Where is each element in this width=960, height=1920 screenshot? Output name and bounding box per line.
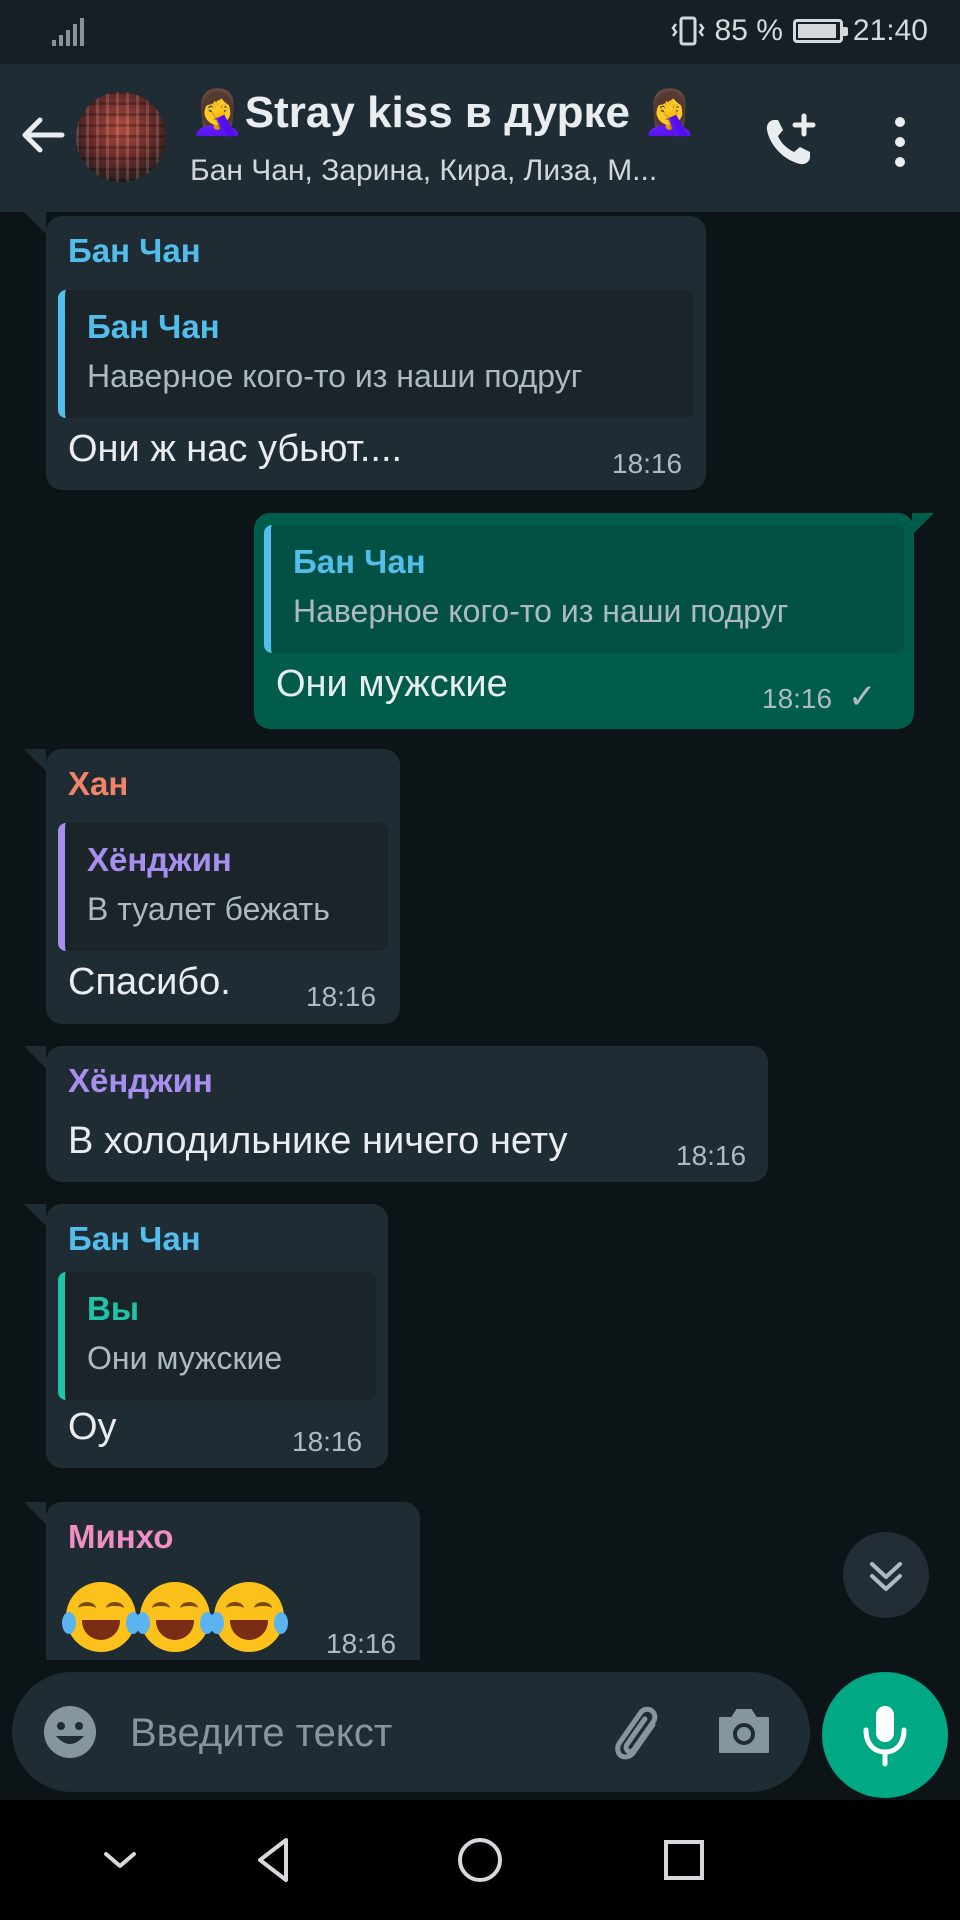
quote-sender: Бан Чан — [293, 543, 426, 580]
quote-text: Наверное кого-то из наши подруг — [87, 358, 583, 394]
face-with-tears-of-joy-icon — [136, 1582, 214, 1652]
bubble-tail — [24, 1204, 46, 1226]
message-time: 18:16 — [676, 1140, 747, 1171]
message-text: Спасибо. — [68, 961, 231, 1003]
chat-header[interactable]: 🤦‍♀️Stray kiss в дурке 🤦‍♀️ Бан Чан, Зар… — [0, 64, 960, 212]
message-bubble[interactable]: Бан Чан Вы Они мужские Оу 18:16 — [46, 1204, 388, 1468]
chat-title[interactable]: 🤦‍♀️Stray kiss в дурке 🤦‍♀️ — [190, 86, 697, 138]
clock: 21:40 — [852, 14, 928, 47]
message-bubble[interactable]: Хан Хёнджин В туалет бежать Спасибо. 18:… — [46, 749, 400, 1024]
quote-text: Они мужские — [87, 1340, 283, 1376]
quote-sender: Бан Чан — [87, 308, 220, 345]
message-text: Они ж нас убьют.... — [68, 428, 403, 470]
message-composer — [12, 1672, 810, 1792]
chat-members[interactable]: Бан Чан, Зарина, Кира, Лиза, М... — [190, 154, 657, 188]
message-list[interactable]: Бан Чан Бан Чан Наверное кого-то из наши… — [0, 212, 960, 1660]
message-bubble[interactable]: Хёнджин В холодильнике ничего нету 18:16 — [46, 1046, 768, 1182]
message-sender: Бан Чан — [68, 1220, 201, 1257]
double-chevron-down-icon — [870, 1562, 902, 1591]
message-sender: Хёнджин — [68, 1062, 213, 1099]
bubble-tail — [24, 1046, 46, 1068]
message-sender: Бан Чан — [68, 232, 201, 269]
face-with-tears-of-joy-icon — [62, 1582, 140, 1652]
quoted-message[interactable]: Бан Чан Наверное кого-то из наши подруг — [264, 525, 904, 653]
battery-percent: 85 % — [714, 14, 783, 47]
phone-add-icon[interactable] — [760, 112, 820, 172]
system-nav-bar — [0, 1800, 960, 1920]
status-bar: 85 % 21:40 — [0, 0, 960, 64]
nav-back-icon[interactable] — [246, 1830, 306, 1890]
camera-icon[interactable] — [714, 1702, 774, 1762]
quote-sender: Вы — [87, 1290, 140, 1327]
message-time: 18:16 — [326, 1628, 397, 1659]
paperclip-icon[interactable] — [600, 1698, 668, 1766]
message-text: Они мужские — [276, 663, 508, 705]
more-vert-icon[interactable] — [880, 112, 920, 172]
mic-button[interactable] — [822, 1672, 948, 1798]
message-sender: Хан — [68, 765, 129, 802]
bubble-tail — [24, 1502, 46, 1524]
message-bubble[interactable]: Бан Чан Бан Чан Наверное кого-то из наши… — [46, 216, 706, 490]
bubble-tail — [912, 513, 934, 535]
quote-sender: Хёнджин — [87, 841, 232, 878]
message-time: 18:16 — [612, 448, 683, 479]
mic-icon — [863, 1706, 907, 1767]
vibrate-icon — [670, 16, 705, 46]
sent-check-icon: ✓ — [848, 678, 877, 716]
quoted-message[interactable]: Хёнджин В туалет бежать — [58, 823, 388, 951]
chevron-down-icon[interactable] — [90, 1830, 150, 1890]
quoted-message[interactable]: Бан Чан Наверное кого-то из наши подруг — [58, 290, 694, 418]
quoted-message[interactable]: Вы Они мужские — [58, 1272, 376, 1400]
message-time: 18:16 — [306, 981, 377, 1012]
signal-icon — [52, 18, 84, 46]
group-avatar[interactable] — [76, 92, 166, 182]
face-with-tears-of-joy-icon — [210, 1582, 288, 1652]
battery-icon — [792, 19, 848, 43]
message-time: 18:16 — [292, 1426, 363, 1457]
nav-recents-icon[interactable] — [654, 1830, 714, 1890]
message-input[interactable] — [128, 1700, 472, 1766]
message-bubble-outgoing[interactable]: Бан Чан Наверное кого-то из наши подруг … — [254, 513, 914, 729]
arrow-left-icon[interactable] — [18, 110, 68, 160]
message-time: 18:16 — [762, 683, 833, 714]
message-sender: Минхо — [68, 1518, 174, 1555]
nav-home-icon[interactable] — [450, 1830, 510, 1890]
message-text: В холодильнике ничего нету — [68, 1120, 568, 1162]
scroll-down-button[interactable] — [843, 1532, 929, 1618]
smiley-icon[interactable] — [42, 1704, 98, 1760]
bubble-tail — [24, 749, 46, 771]
message-text: Оу — [68, 1406, 117, 1448]
message-bubble[interactable]: Минхо 18:16 — [46, 1502, 420, 1660]
bubble-tail — [24, 212, 46, 234]
quote-text: Наверное кого-то из наши подруг — [293, 593, 789, 629]
quote-text: В туалет бежать — [87, 891, 330, 927]
